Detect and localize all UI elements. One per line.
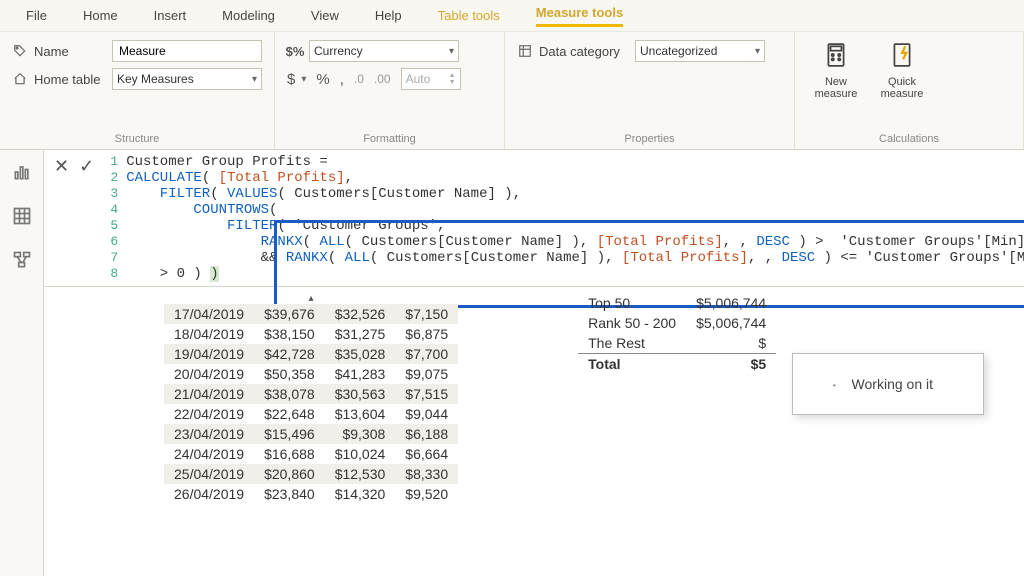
format-icon: $%: [287, 43, 303, 59]
menu-insert[interactable]: Insert: [136, 2, 205, 29]
ribbon-group-properties: Data category Uncategorized ▾ Properties: [505, 32, 795, 149]
chevron-down-icon: ▾: [755, 46, 760, 57]
left-visual[interactable]: ▴ 17/04/2019$39,676$32,526$7,150 18/04/2…: [164, 293, 458, 576]
home-table-value: Key Measures: [117, 72, 194, 86]
scroll-up-icon[interactable]: ▴: [164, 293, 458, 304]
currency-button[interactable]: $▾: [287, 71, 306, 88]
data-category-label: Data category: [539, 44, 629, 59]
percent-button[interactable]: %: [316, 71, 329, 88]
ribbon-group-structure: Name Home table Key Measures ▾ Structure: [0, 32, 275, 149]
right-visual[interactable]: Top 50$5,006,744 Rank 50 - 200$5,006,744…: [578, 293, 776, 576]
menu-modeling[interactable]: Modeling: [204, 2, 293, 29]
home-table-label: Home table: [34, 72, 106, 87]
commit-formula-icon[interactable]: ✓: [79, 156, 94, 177]
date-table: 17/04/2019$39,676$32,526$7,150 18/04/201…: [164, 304, 458, 504]
table-row: 22/04/2019$22,648$13,604$9,044: [164, 404, 458, 424]
decimal-increase-button[interactable]: .00: [374, 72, 391, 86]
table-row: 26/04/2019$23,840$14,320$9,520: [164, 484, 458, 504]
quick-measure-label: Quick measure: [873, 76, 931, 100]
table-row: Rank 50 - 200$5,006,744: [578, 313, 776, 333]
menu-table-tools[interactable]: Table tools: [420, 2, 518, 29]
ribbon-group-calculations: New measure Quick measure Calculations: [795, 32, 1024, 149]
home-table-icon: [12, 71, 28, 87]
quick-measure-button[interactable]: Quick measure: [873, 40, 931, 100]
chevron-down-icon: ▾: [449, 46, 454, 57]
group-label-calculations: Calculations: [807, 133, 1011, 145]
tooltip-text: Working on it: [852, 376, 933, 392]
name-input[interactable]: [112, 40, 262, 62]
working-tooltip: Working on it: [792, 353, 984, 415]
home-table-select[interactable]: Key Measures ▾: [112, 68, 262, 90]
table-row: 25/04/2019$20,860$12,530$8,330: [164, 464, 458, 484]
format-value: Currency: [314, 44, 363, 58]
report-view-icon[interactable]: [10, 160, 34, 184]
data-category-value: Uncategorized: [640, 44, 717, 58]
name-label: Name: [34, 44, 106, 59]
view-sidebar: [0, 150, 44, 576]
tag-icon: [12, 43, 28, 59]
group-label-properties: Properties: [517, 133, 782, 145]
data-category-select[interactable]: Uncategorized ▾: [635, 40, 765, 62]
format-select[interactable]: Currency ▾: [309, 40, 459, 62]
decimals-value: Auto: [406, 72, 431, 86]
work-area: ✕ ✓ 1Customer Group Profits = 2CALCULATE…: [44, 150, 1024, 576]
menu-file[interactable]: File: [8, 2, 65, 29]
group-label-structure: Structure: [12, 133, 262, 145]
menu-measure-tools[interactable]: Measure tools: [518, 0, 641, 33]
group-label-formatting: Formatting: [287, 133, 492, 145]
new-measure-label: New measure: [807, 76, 865, 100]
decimal-decrease-button[interactable]: .0: [354, 72, 364, 86]
cancel-formula-icon[interactable]: ✕: [54, 156, 69, 177]
data-view-icon[interactable]: [10, 204, 34, 228]
table-row: 23/04/2019$15,496$9,308$6,188: [164, 424, 458, 444]
menu-home[interactable]: Home: [65, 2, 136, 29]
table-row: 18/04/2019$38,150$31,275$6,875: [164, 324, 458, 344]
calculator-icon: [823, 42, 849, 74]
ribbon-group-formatting: $% Currency ▾ $▾ % , .0 .00 Auto ▲▼ Form…: [275, 32, 505, 149]
table-row: 19/04/2019$42,728$35,028$7,700: [164, 344, 458, 364]
table-row: Top 50$5,006,744: [578, 293, 776, 313]
table-row: 20/04/2019$50,358$41,283$9,075: [164, 364, 458, 384]
menu-view[interactable]: View: [293, 2, 357, 29]
table-row: 17/04/2019$39,676$32,526$7,150: [164, 304, 458, 324]
new-measure-button[interactable]: New measure: [807, 40, 865, 100]
quick-measure-icon: [889, 42, 915, 74]
main: ✕ ✓ 1Customer Group Profits = 2CALCULATE…: [0, 150, 1024, 576]
formula-bar: ✕ ✓ 1Customer Group Profits = 2CALCULATE…: [44, 150, 1024, 287]
table-row: 21/04/2019$38,078$30,563$7,515: [164, 384, 458, 404]
group-table: Top 50$5,006,744 Rank 50 - 200$5,006,744…: [578, 293, 776, 374]
decimals-select[interactable]: Auto ▲▼: [401, 68, 461, 90]
comma-button[interactable]: ,: [340, 71, 344, 88]
model-view-icon[interactable]: [10, 248, 34, 272]
ribbon: Name Home table Key Measures ▾ Structure…: [0, 32, 1024, 150]
menubar: File Home Insert Modeling View Help Tabl…: [0, 0, 1024, 32]
formula-editor[interactable]: 1Customer Group Profits = 2CALCULATE( [T…: [104, 150, 1024, 286]
table-row-total: Total$5: [578, 354, 776, 375]
menu-help[interactable]: Help: [357, 2, 420, 29]
chevron-down-icon: ▾: [252, 74, 257, 85]
report-canvas: ▴ 17/04/2019$39,676$32,526$7,150 18/04/2…: [44, 287, 1024, 576]
data-category-icon: [517, 43, 533, 59]
spinner-icon: ▲▼: [449, 72, 456, 86]
table-row: The Rest$: [578, 333, 776, 354]
table-row: 24/04/2019$16,688$10,024$6,664: [164, 444, 458, 464]
